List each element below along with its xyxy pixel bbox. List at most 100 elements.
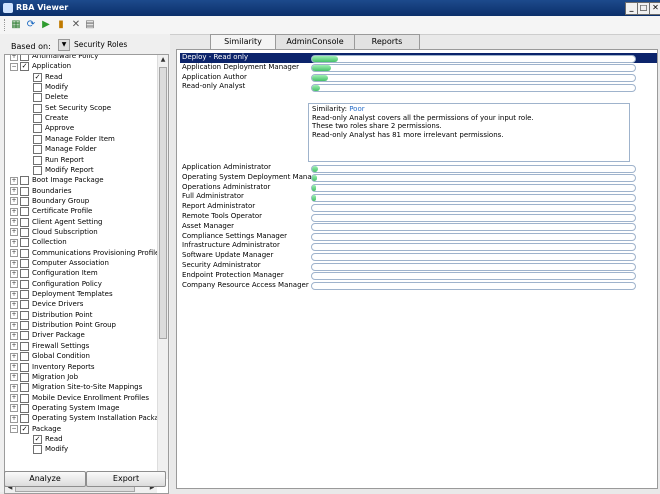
- similarity-row[interactable]: Application Deployment Manager: [180, 63, 657, 73]
- checkbox[interactable]: [20, 414, 29, 424]
- expand-icon[interactable]: +: [10, 373, 18, 382]
- tree-item[interactable]: + Deployment Templates: [5, 289, 157, 300]
- tree-item[interactable]: + Communications Provisioning Profile: [5, 248, 157, 258]
- checkbox[interactable]: [33, 124, 42, 134]
- checkbox[interactable]: [20, 331, 29, 341]
- save-icon[interactable]: ▮: [55, 19, 67, 31]
- tree-item[interactable]: + Collection: [5, 237, 157, 248]
- checkbox[interactable]: [33, 93, 42, 103]
- tab-reports[interactable]: Reports: [354, 34, 420, 49]
- tree-item[interactable]: + Migration Job: [5, 372, 157, 382]
- similarity-row[interactable]: Application Author: [180, 73, 657, 83]
- similarity-row[interactable]: Operating System Deployment Manager: [180, 173, 657, 183]
- expand-icon[interactable]: +: [10, 197, 18, 206]
- checkbox[interactable]: [20, 269, 29, 279]
- checkbox[interactable]: [20, 290, 29, 300]
- similarity-row[interactable]: Infrastructure Administrator: [180, 241, 657, 251]
- tree-item[interactable]: + Inventory Reports: [5, 362, 157, 372]
- checkbox[interactable]: [20, 403, 29, 413]
- expand-icon[interactable]: +: [10, 342, 18, 351]
- checkbox[interactable]: ✓: [33, 434, 42, 444]
- checkbox[interactable]: [20, 362, 29, 372]
- expand-icon[interactable]: +: [10, 383, 18, 392]
- tree-item[interactable]: Manage Folder Item: [5, 134, 157, 144]
- checkbox[interactable]: [20, 310, 29, 320]
- similarity-row[interactable]: Deploy - Read only: [180, 53, 657, 63]
- expand-icon[interactable]: +: [10, 394, 18, 403]
- tree-item[interactable]: + Migration Site-to-Site Mappings: [5, 382, 157, 393]
- tree-item[interactable]: + Firewall Settings: [5, 341, 157, 351]
- expand-icon[interactable]: +: [10, 238, 18, 247]
- checkbox[interactable]: [20, 383, 29, 393]
- tree-item[interactable]: Create: [5, 113, 157, 124]
- expand-icon[interactable]: +: [10, 249, 18, 258]
- expand-icon[interactable]: +: [10, 404, 18, 413]
- tree-item[interactable]: + Cloud Subscription: [5, 227, 157, 237]
- similarity-row[interactable]: Application Administrator: [180, 163, 657, 173]
- checkbox[interactable]: [33, 134, 42, 144]
- similarity-row[interactable]: Security Administrator: [180, 261, 657, 271]
- tree-item[interactable]: Modify: [5, 444, 157, 455]
- tree-item[interactable]: ✓ Read: [5, 434, 157, 444]
- tree-item[interactable]: + Boundaries: [5, 186, 157, 196]
- checkbox[interactable]: [20, 238, 29, 248]
- tree-item[interactable]: Approve: [5, 123, 157, 134]
- close-icon[interactable]: ✕: [70, 19, 82, 31]
- similarity-row[interactable]: Asset Manager: [180, 222, 657, 232]
- tree-item[interactable]: + Global Condition: [5, 351, 157, 362]
- checkbox[interactable]: [20, 352, 29, 362]
- similarity-row[interactable]: Software Update Manager: [180, 251, 657, 261]
- expand-icon[interactable]: +: [10, 311, 18, 320]
- expand-icon[interactable]: +: [10, 300, 18, 309]
- tab-similarity[interactable]: Similarity: [210, 34, 276, 50]
- tree-item[interactable]: Modify Report: [5, 165, 157, 175]
- similarity-row[interactable]: Full Administrator: [180, 192, 657, 202]
- checkbox[interactable]: [20, 217, 29, 227]
- collapse-icon[interactable]: −: [10, 425, 18, 434]
- expand-icon[interactable]: +: [10, 280, 18, 289]
- expand-icon[interactable]: +: [10, 176, 18, 185]
- tree-item[interactable]: + Antimalware Policy: [5, 55, 157, 61]
- expand-icon[interactable]: +: [10, 331, 18, 340]
- checkbox[interactable]: [33, 83, 42, 93]
- export-icon[interactable]: ▤: [84, 19, 96, 31]
- tree-item[interactable]: ✓ Read: [5, 72, 157, 82]
- checkbox[interactable]: [20, 196, 29, 206]
- expand-icon[interactable]: +: [10, 259, 18, 268]
- similarity-row[interactable]: Endpoint Protection Manager: [180, 271, 657, 281]
- checkbox[interactable]: [33, 165, 42, 175]
- expand-icon[interactable]: +: [10, 352, 18, 361]
- expand-icon[interactable]: +: [10, 414, 18, 423]
- checkbox[interactable]: [20, 372, 29, 382]
- similarity-row[interactable]: Compliance Settings Manager: [180, 232, 657, 242]
- tree-item[interactable]: + Mobile Device Enrollment Profiles: [5, 393, 157, 403]
- analyze-button[interactable]: Analyze: [4, 471, 86, 487]
- tree-item[interactable]: + Configuration Item: [5, 268, 157, 279]
- tree-item[interactable]: Modify: [5, 82, 157, 93]
- tree-item[interactable]: + Driver Package: [5, 330, 157, 341]
- scroll-up-icon[interactable]: ▲: [158, 55, 168, 65]
- checkbox[interactable]: [33, 155, 42, 165]
- checkbox[interactable]: ✓: [33, 72, 42, 82]
- tree-item[interactable]: Set Security Scope: [5, 103, 157, 113]
- tree-item[interactable]: Manage Folder: [5, 144, 157, 155]
- close-window-button[interactable]: ✕: [649, 2, 660, 15]
- checkbox[interactable]: [20, 259, 29, 268]
- checkbox[interactable]: [33, 145, 42, 155]
- based-on-dropdown[interactable]: ▼ Security Roles: [58, 38, 148, 52]
- checkbox[interactable]: [33, 445, 42, 455]
- checkbox[interactable]: [20, 207, 29, 217]
- tree-item[interactable]: Run Report: [5, 155, 157, 165]
- tree-item[interactable]: + Computer Association: [5, 258, 157, 268]
- checkbox[interactable]: [20, 55, 29, 61]
- similarity-row[interactable]: Company Resource Access Manager: [180, 281, 657, 291]
- tree-item[interactable]: + Boundary Group: [5, 196, 157, 206]
- collapse-icon[interactable]: −: [10, 62, 18, 71]
- tree-item[interactable]: + Boot Image Package: [5, 175, 157, 186]
- refresh-icon[interactable]: ⟳: [25, 19, 37, 31]
- similarity-row[interactable]: Read-only Analyst: [180, 82, 657, 92]
- tab-adminconsole[interactable]: AdminConsole: [275, 34, 355, 49]
- scroll-thumb[interactable]: [159, 67, 167, 339]
- expand-icon[interactable]: +: [10, 187, 18, 196]
- export-button[interactable]: Export: [86, 471, 166, 487]
